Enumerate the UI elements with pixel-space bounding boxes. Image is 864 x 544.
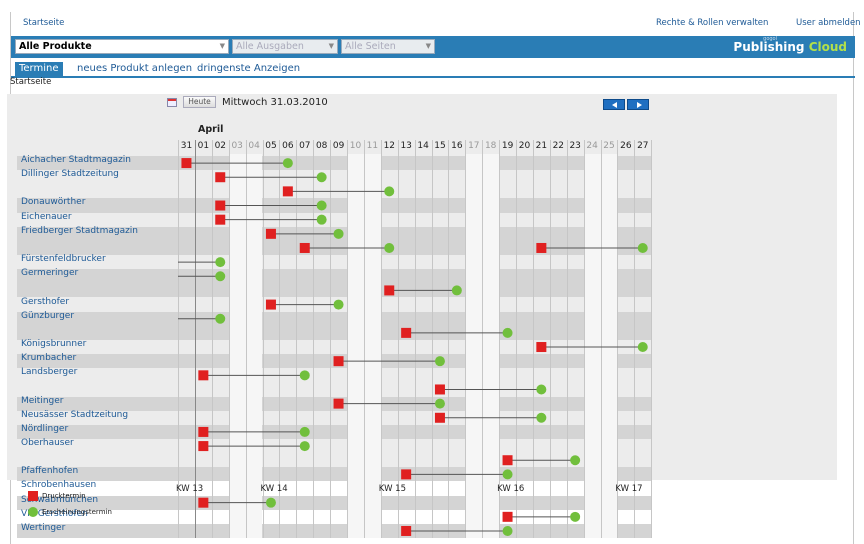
drucktermin-marker[interactable]	[198, 426, 209, 437]
erscheinungstermin-marker[interactable]	[265, 497, 276, 508]
drucktermin-marker[interactable]	[384, 285, 395, 296]
erscheinungstermin-marker[interactable]	[333, 299, 344, 310]
week-label: KW 15	[378, 484, 406, 494]
legend-drucktermin: Drucktermin	[42, 492, 86, 500]
drucktermin-marker[interactable]	[282, 186, 293, 197]
erscheinungstermin-marker[interactable]	[570, 455, 581, 466]
drucktermin-marker[interactable]	[536, 242, 547, 253]
erscheinungstermin-marker[interactable]	[384, 186, 395, 197]
erscheinungstermin-marker[interactable]	[434, 356, 445, 367]
drucktermin-marker[interactable]	[401, 525, 412, 536]
drucktermin-marker[interactable]	[401, 469, 412, 480]
erscheinungstermin-marker[interactable]	[299, 370, 310, 381]
erscheinungstermin-marker[interactable]	[637, 342, 648, 353]
erscheinungstermin-marker[interactable]	[434, 398, 445, 409]
drucktermin-marker[interactable]	[502, 455, 513, 466]
drucktermin-marker[interactable]	[333, 398, 344, 409]
legend-erscheinungstermin: Erscheinungstermin	[42, 508, 112, 516]
erscheinungstermin-marker[interactable]	[215, 313, 226, 324]
drucktermin-marker[interactable]	[265, 228, 276, 239]
drucktermin-legend-icon	[28, 491, 38, 501]
drucktermin-marker[interactable]	[401, 327, 412, 338]
schedule-marks	[178, 158, 648, 536]
erscheinungstermin-marker[interactable]	[502, 469, 513, 480]
drucktermin-marker[interactable]	[215, 214, 226, 225]
erscheinungstermin-legend-icon	[28, 507, 38, 517]
erscheinungstermin-marker[interactable]	[333, 228, 344, 239]
drucktermin-marker[interactable]	[215, 172, 226, 183]
erscheinungstermin-marker[interactable]	[637, 242, 648, 253]
week-label: KW 13	[176, 484, 204, 494]
drucktermin-marker[interactable]	[198, 370, 209, 381]
drucktermin-marker[interactable]	[434, 384, 445, 395]
erscheinungstermin-marker[interactable]	[451, 285, 462, 296]
week-label: KW 16	[497, 484, 525, 494]
erscheinungstermin-marker[interactable]	[316, 200, 327, 211]
erscheinungstermin-marker[interactable]	[316, 214, 327, 225]
drucktermin-marker[interactable]	[536, 342, 547, 353]
week-label: KW 17	[615, 484, 643, 494]
drucktermin-marker[interactable]	[198, 497, 209, 508]
erscheinungstermin-marker[interactable]	[384, 242, 395, 253]
erscheinungstermin-marker[interactable]	[299, 426, 310, 437]
erscheinungstermin-marker[interactable]	[570, 511, 581, 522]
erscheinungstermin-marker[interactable]	[316, 172, 327, 183]
erscheinungstermin-marker[interactable]	[299, 441, 310, 452]
erscheinungstermin-marker[interactable]	[502, 327, 513, 338]
drucktermin-marker[interactable]	[333, 356, 344, 367]
erscheinungstermin-marker[interactable]	[502, 525, 513, 536]
erscheinungstermin-marker[interactable]	[282, 158, 293, 169]
drucktermin-marker[interactable]	[181, 158, 192, 169]
drucktermin-marker[interactable]	[299, 242, 310, 253]
erscheinungstermin-marker[interactable]	[536, 384, 547, 395]
week-label: KW 14	[260, 484, 288, 494]
drucktermin-marker[interactable]	[265, 299, 276, 310]
drucktermin-marker[interactable]	[198, 441, 209, 452]
erscheinungstermin-marker[interactable]	[215, 257, 226, 268]
erscheinungstermin-marker[interactable]	[215, 271, 226, 282]
drucktermin-marker[interactable]	[434, 412, 445, 423]
drucktermin-marker[interactable]	[502, 511, 513, 522]
drucktermin-marker[interactable]	[215, 200, 226, 211]
erscheinungstermin-marker[interactable]	[536, 412, 547, 423]
